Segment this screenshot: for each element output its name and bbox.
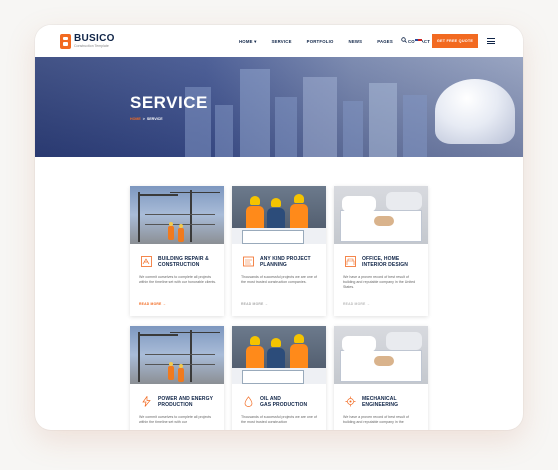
breadcrumb-separator: > [142,117,145,121]
menu-icon[interactable] [487,38,495,46]
service-title: OFFICE, HOME INTERIOR DESIGN [362,256,408,269]
hero-building [240,69,270,157]
nav-item-home[interactable]: HOME ▾ [239,39,256,45]
breadcrumb-current: SERVICE [146,117,163,121]
service-card[interactable]: OFFICE, HOME INTERIOR DESIGN We have a pr… [334,186,428,316]
hero-building [403,95,427,157]
read-more-link[interactable]: READ MORE → [343,302,370,306]
logo-mark-icon [60,34,71,49]
blueprint-icon [141,256,152,267]
service-title: OIL AND GAS PRODUCTION [260,396,308,409]
service-title: MECHANICAL ENGINEERING [362,396,399,409]
service-title: ANY KIND PROJECT PLANNING [260,256,311,269]
hero-building [369,83,397,157]
service-image [130,186,224,244]
read-more-link[interactable]: READ MORE → [139,302,166,306]
hero-building [303,77,337,157]
service-description: We commit ourselves to complete all proj… [139,415,212,425]
breadcrumb-home[interactable]: HOME [130,117,141,121]
service-card[interactable]: OIL AND GAS PRODUCTION Thousands of succe… [232,326,326,430]
language-flag-icon[interactable] [415,39,422,43]
brand-tagline: Construction Template [74,44,109,48]
search-icon[interactable] [401,37,407,43]
get-free-quote-button[interactable]: GET FREE QUOTE [432,34,478,48]
service-title: POWER AND ENERGY PRODUCTION [158,396,214,409]
nav-item-news[interactable]: NEWS [349,39,363,45]
service-card[interactable]: MECHANICAL ENGINEERING We have a proven r… [334,326,428,430]
nav-item-portfolio[interactable]: PORTFOLIO [307,39,334,45]
site-header: BUSICO Construction Template HOME ▾ SERV… [35,25,523,57]
page-hero: SERVICE HOME > SERVICE [35,57,523,157]
service-image [232,186,326,244]
hard-hat-image [435,79,515,144]
hero-building [275,97,297,157]
service-description: We have a proven record of best result o… [343,275,416,290]
service-image [130,326,224,384]
browser-frame: BUSICO Construction Template HOME ▾ SERV… [35,25,523,430]
hero-building [215,105,233,157]
service-card[interactable]: ANY KIND PROJECT PLANNING Thousands of su… [232,186,326,316]
interior-icon [345,256,356,267]
oil-gas-icon [244,396,253,407]
page-title: SERVICE [130,93,208,112]
service-title: BUILDING REPAIR & CONSTRUCTION [158,256,209,269]
brand-name: BUSICO [74,33,115,44]
power-icon [142,396,151,407]
read-more-link[interactable]: READ MORE → [241,302,268,306]
service-image [334,186,428,244]
service-image [232,326,326,384]
breadcrumb: HOME > SERVICE [130,117,163,121]
service-description: We have a proven record of best result o… [343,415,409,425]
service-card[interactable]: POWER AND ENERGY PRODUCTION We commit our… [130,326,224,430]
planning-icon [243,256,254,267]
service-description: Thousands of successful projects we are … [241,415,317,425]
service-image [334,326,428,384]
site-logo[interactable]: BUSICO Construction Template [60,34,115,49]
nav-item-pages[interactable]: PAGES [377,39,393,45]
hero-building [343,101,363,157]
service-description: Thousands of successful projects we are … [241,275,317,285]
nav-item-service[interactable]: SERVICE [271,39,291,45]
service-description: We commit ourselves to complete all proj… [139,275,217,285]
engineering-icon [345,396,356,407]
service-card[interactable]: BUILDING REPAIR & CONSTRUCTION We commit … [130,186,224,316]
